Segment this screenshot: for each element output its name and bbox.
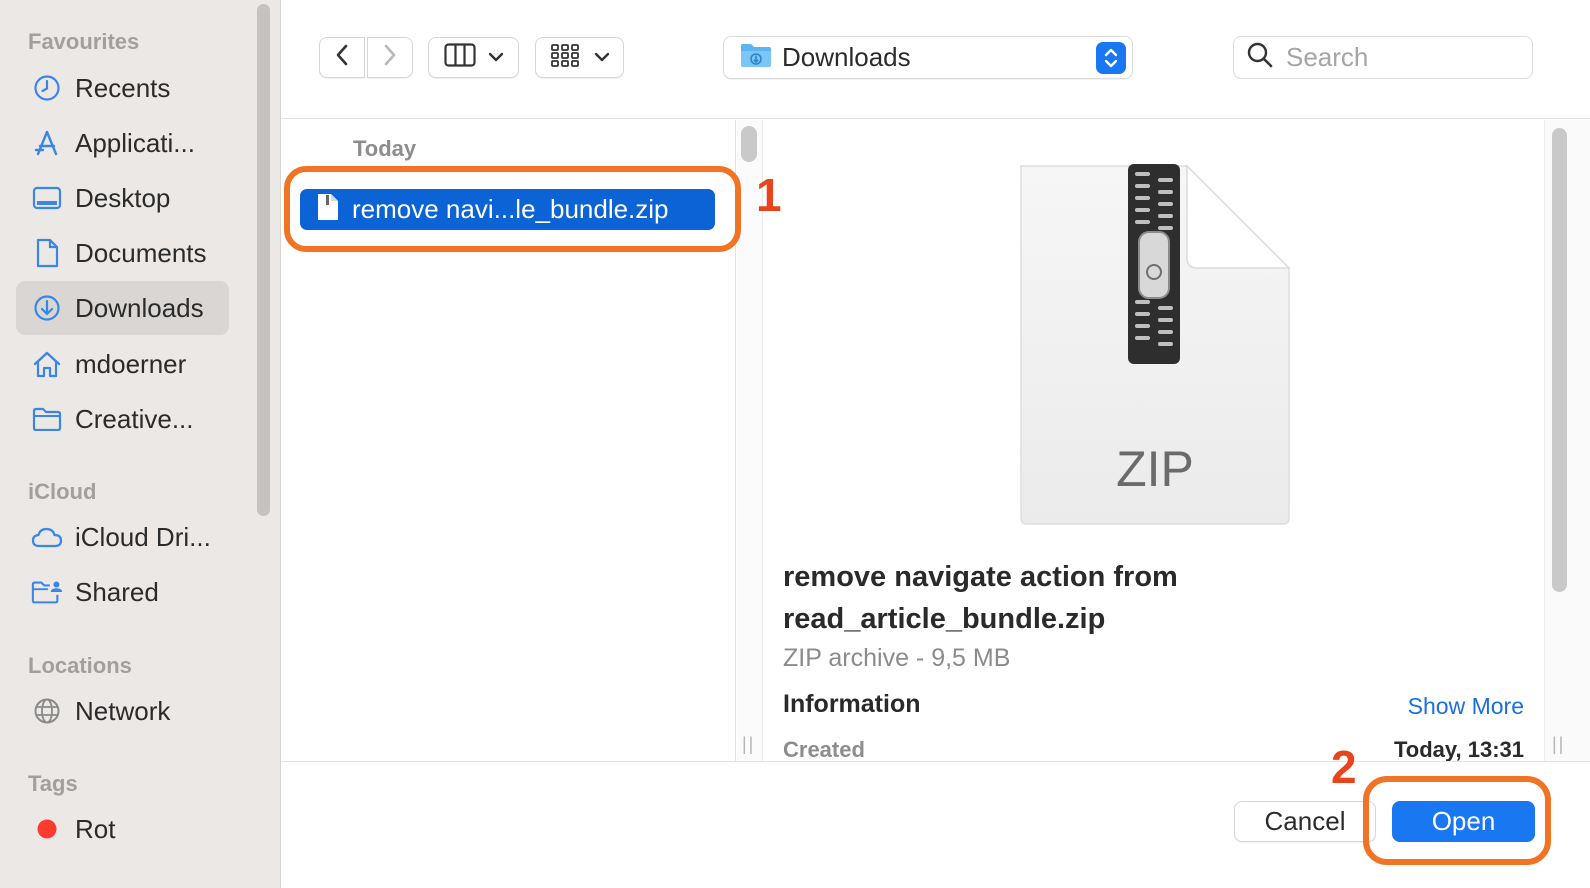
- sidebar-item-icloud-drive[interactable]: iCloud Dri...: [16, 510, 229, 564]
- sidebar-item-documents[interactable]: Documents: [16, 226, 229, 280]
- chevron-down-icon: [488, 49, 504, 67]
- sidebar-item-network[interactable]: Network: [16, 684, 229, 738]
- toolbar: Downloads: [282, 0, 1590, 119]
- chevron-right-icon: [383, 43, 397, 72]
- sidebar-item-label: Shared: [75, 576, 159, 607]
- list-scrollbar[interactable]: [741, 126, 757, 162]
- group-by-button[interactable]: [535, 37, 624, 78]
- sidebar-item-label: Applicati...: [75, 127, 195, 158]
- preview-file-title: remove navigate action from read_article…: [783, 561, 1178, 635]
- section-header-favourites: Favourites: [28, 29, 140, 54]
- sidebar-item-label: Rot: [75, 813, 116, 844]
- location-label: Downloads: [782, 42, 911, 72]
- preview-scroll-track: [1544, 120, 1590, 761]
- show-more-link[interactable]: Show More: [1408, 693, 1524, 720]
- folder-icon: [31, 403, 63, 435]
- sidebar-item-label: Recents: [75, 72, 171, 103]
- sidebar-item-recents[interactable]: Recents: [16, 61, 229, 115]
- created-value: Today, 13:31: [1393, 737, 1524, 762]
- clock-icon: [31, 72, 63, 104]
- cloud-icon: [31, 521, 63, 553]
- created-label: Created: [783, 737, 865, 762]
- sidebar-item-tag-rot[interactable]: Rot: [16, 802, 229, 856]
- sidebar-item-shared[interactable]: Shared: [16, 565, 229, 619]
- preview-file-kind: ZIP archive - 9,5 MB: [783, 644, 1011, 672]
- sidebar-item-applications[interactable]: Applicati...: [16, 116, 229, 170]
- sidebar-item-creative[interactable]: Creative...: [16, 392, 229, 446]
- search-input[interactable]: [1286, 42, 1506, 73]
- annotation-step-2: 2: [1331, 741, 1357, 793]
- column-resize-grip-icon[interactable]: ||: [742, 734, 755, 755]
- sidebar-item-label: Downloads: [75, 292, 204, 323]
- chevron-left-icon: [335, 43, 349, 72]
- annotation-highlight-open: [1363, 776, 1551, 865]
- annotation-highlight-file: [284, 166, 741, 252]
- applications-icon: [31, 127, 63, 159]
- sidebar-item-label: Documents: [75, 237, 207, 268]
- globe-icon: [31, 695, 63, 727]
- preview-resize-grip-icon[interactable]: ||: [1552, 734, 1565, 755]
- zip-icon-text: ZIP: [1116, 441, 1194, 497]
- preview-pane: ZIP remove navigate action from read_art…: [763, 120, 1544, 762]
- information-heading: Information: [783, 690, 921, 718]
- grid-group-icon: [550, 42, 580, 73]
- back-button[interactable]: [319, 37, 365, 78]
- search-icon: [1246, 41, 1274, 74]
- forward-button[interactable]: [367, 37, 413, 78]
- downloads-folder-icon: [740, 42, 772, 73]
- sidebar-item-label: iCloud Dri...: [75, 521, 211, 552]
- section-header-locations: Locations: [28, 653, 132, 678]
- section-header-icloud: iCloud: [28, 479, 97, 504]
- sidebar-item-downloads[interactable]: Downloads: [16, 281, 229, 335]
- view-mode-button[interactable]: [428, 37, 519, 78]
- section-header-tags: Tags: [28, 771, 78, 796]
- list-group-header: Today: [353, 136, 417, 161]
- chevron-down-icon: [594, 49, 610, 67]
- annotation-step-1: 1: [756, 169, 782, 221]
- search-field[interactable]: [1233, 36, 1533, 79]
- zip-file-icon: ZIP: [1015, 160, 1295, 530]
- location-stepper-icon[interactable]: [1096, 42, 1126, 74]
- sidebar-item-label: mdoerner: [75, 348, 187, 379]
- document-icon: [31, 237, 63, 269]
- cancel-button[interactable]: Cancel: [1234, 801, 1376, 842]
- sidebar: Favourites Recents Applicati... Desktop …: [0, 0, 281, 888]
- location-popup[interactable]: Downloads: [723, 36, 1133, 79]
- desktop-icon: [31, 182, 63, 214]
- sidebar-item-label: Network: [75, 695, 171, 726]
- sidebar-item-home[interactable]: mdoerner: [16, 337, 229, 391]
- columns-view-icon: [443, 43, 476, 72]
- download-icon: [31, 292, 63, 324]
- sidebar-item-desktop[interactable]: Desktop: [16, 171, 229, 225]
- shared-folder-icon: [31, 576, 63, 608]
- sidebar-scrollbar[interactable]: [257, 4, 270, 516]
- home-icon: [31, 348, 63, 380]
- sidebar-item-label: Desktop: [75, 182, 171, 213]
- red-tag-dot: [31, 813, 63, 845]
- sidebar-item-label: Creative...: [75, 403, 194, 434]
- preview-scrollbar[interactable]: [1552, 128, 1567, 592]
